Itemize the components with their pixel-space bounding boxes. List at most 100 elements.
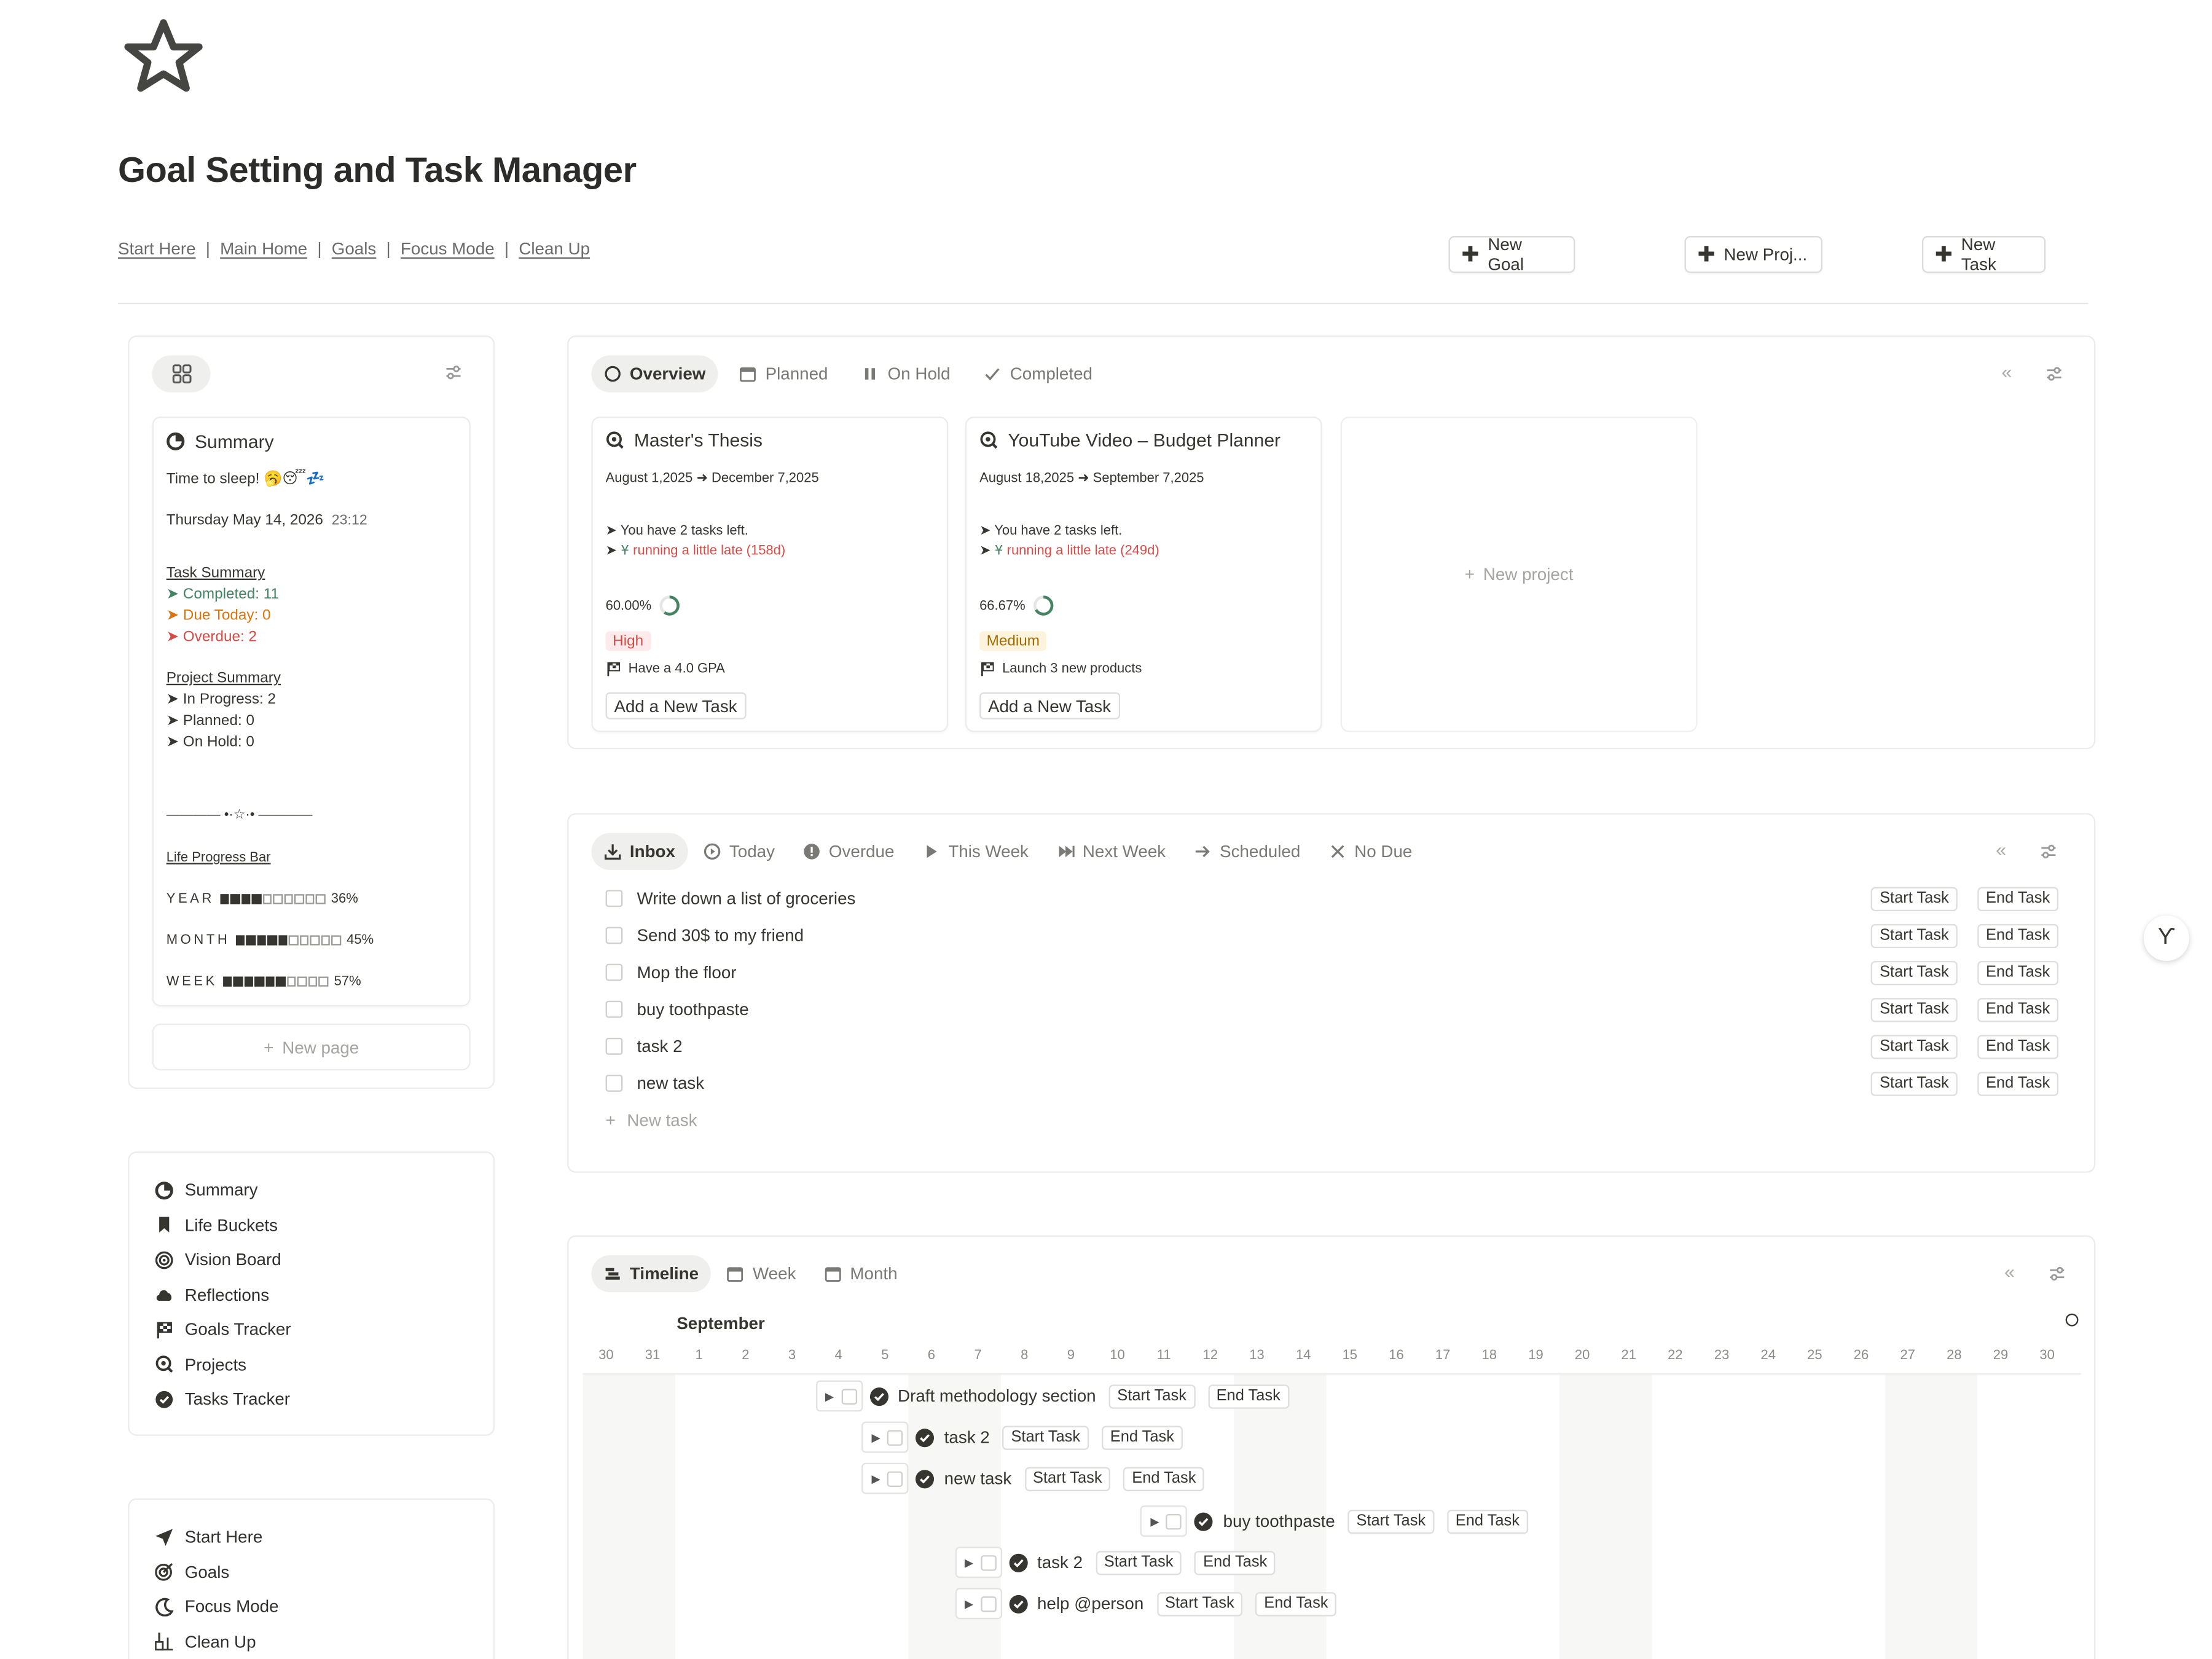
floating-assistant-button[interactable]: ϒ (2143, 915, 2189, 961)
settings-sliders-icon[interactable] (2045, 366, 2063, 383)
tab-today[interactable]: Today (691, 833, 787, 870)
add-task-button[interactable]: Add a New Task (605, 692, 746, 720)
end-task-button[interactable]: End Task (1194, 1550, 1276, 1575)
summary-card[interactable]: Summary Time to sleep! 🥱😴💤 Thursday May … (152, 416, 471, 1007)
tab-overview[interactable]: Overview (591, 355, 719, 393)
end-task-button[interactable]: End Task (1101, 1425, 1183, 1449)
timeline-row[interactable]: ▶ buy toothpaste Start Task End Task (1140, 1505, 1528, 1537)
sidebar-item-clean-up[interactable]: Clean Up (155, 1624, 493, 1659)
expand-triangle-icon[interactable]: ▶ (965, 1556, 973, 1569)
start-task-button[interactable]: Start Task (1871, 997, 1958, 1022)
tab-inbox[interactable]: Inbox (591, 833, 688, 870)
task-name[interactable]: Send 30$ to my friend (637, 925, 1871, 945)
task-row[interactable]: Write down a list of groceries Start Tas… (605, 880, 2059, 917)
task-checkbox[interactable] (605, 963, 623, 981)
tab-next-week[interactable]: Next Week (1044, 833, 1179, 870)
new-project-button[interactable]: ✚ New Proj... (1684, 236, 1823, 273)
expand-triangle-icon[interactable]: ▶ (871, 1431, 880, 1444)
new-page-button[interactable]: + New page (152, 1023, 471, 1071)
star-icon[interactable] (122, 17, 205, 97)
end-task-button[interactable]: End Task (1977, 960, 2059, 985)
today-marker-icon[interactable] (2065, 1313, 2079, 1327)
gallery-view-toggle[interactable] (152, 355, 211, 393)
expand-triangle-icon[interactable]: ▶ (825, 1390, 834, 1403)
timeline-row[interactable]: ▶ Draft methodology section Start Task End … (815, 1380, 1289, 1412)
start-task-button[interactable]: Start Task (1108, 1384, 1195, 1408)
expand-triangle-icon[interactable]: ▶ (1150, 1515, 1159, 1528)
task-checkbox[interactable] (1166, 1513, 1182, 1529)
task-name[interactable]: task 2 (637, 1037, 1871, 1056)
task-row[interactable]: new task Start Task End Task (605, 1065, 2059, 1102)
timeline-row[interactable]: ▶ new task Start Task End Task (861, 1462, 1205, 1494)
timeline-item-handle[interactable]: ▶ (815, 1380, 863, 1412)
timeline-item-name[interactable]: Draft methodology section (898, 1386, 1096, 1406)
end-task-button[interactable]: End Task (1977, 1034, 2059, 1059)
link-main-home[interactable]: Main Home (220, 239, 307, 259)
sidebar-item-tasks-tracker[interactable]: Tasks Tracker (155, 1382, 493, 1417)
settings-sliders-icon[interactable] (445, 364, 462, 381)
link-clean-up[interactable]: Clean Up (519, 239, 590, 259)
end-task-button[interactable]: End Task (1446, 1508, 1528, 1534)
task-name[interactable]: Mop the floor (637, 962, 1871, 982)
expand-triangle-icon[interactable]: ▶ (871, 1472, 880, 1485)
new-project-card[interactable]: + New project (1340, 416, 1698, 732)
sidebar-item-focus-mode[interactable]: Focus Mode (155, 1590, 493, 1625)
start-task-button[interactable]: Start Task (1024, 1466, 1111, 1491)
collapse-icon[interactable]: « (1996, 839, 2006, 860)
tab-month[interactable]: Month (812, 1255, 910, 1292)
end-task-button[interactable]: End Task (1207, 1384, 1289, 1408)
start-task-button[interactable]: Start Task (1095, 1550, 1182, 1575)
task-checkbox[interactable] (605, 1000, 623, 1018)
start-task-button[interactable]: Start Task (1871, 886, 1958, 911)
timeline-item-handle[interactable]: ▶ (1140, 1505, 1188, 1537)
new-task-button[interactable]: ✚ New Task (1921, 235, 2046, 275)
new-goal-button[interactable]: ✚ New Goal (1448, 235, 1575, 275)
task-row[interactable]: buy toothpaste Start Task End Task (605, 991, 2059, 1028)
start-task-button[interactable]: Start Task (1871, 923, 1958, 948)
link-focus-mode[interactable]: Focus Mode (401, 239, 495, 259)
sidebar-item-reflections[interactable]: Reflections (155, 1277, 493, 1312)
sidebar-item-goals-tracker[interactable]: Goals Tracker (155, 1312, 493, 1347)
tab-timeline[interactable]: Timeline (591, 1255, 712, 1293)
tab-week[interactable]: Week (715, 1255, 809, 1292)
timeline-item-name[interactable]: help @person (1037, 1594, 1143, 1614)
task-checkbox[interactable] (887, 1470, 903, 1486)
timeline-item-handle[interactable]: ▶ (954, 1547, 1002, 1579)
task-checkbox[interactable] (605, 1037, 623, 1055)
start-task-button[interactable]: Start Task (1871, 960, 1958, 985)
collapse-icon[interactable]: « (2002, 361, 2012, 383)
timeline-item-handle[interactable]: ▶ (861, 1421, 909, 1453)
tab-overdue[interactable]: Overdue (790, 833, 907, 870)
tab-scheduled[interactable]: Scheduled (1182, 833, 1314, 870)
settings-sliders-icon[interactable] (2049, 1265, 2066, 1282)
task-checkbox[interactable] (841, 1388, 857, 1404)
timeline-row[interactable]: ▶ help @person Start Task End Task (954, 1588, 1337, 1620)
tab-this-week[interactable]: This Week (910, 833, 1041, 870)
collapse-icon[interactable]: « (2004, 1261, 2015, 1282)
task-checkbox[interactable] (980, 1596, 997, 1612)
tab-completed[interactable]: Completed (971, 355, 1105, 392)
start-task-button[interactable]: Start Task (1347, 1508, 1435, 1534)
start-task-button[interactable]: Start Task (1156, 1591, 1243, 1616)
tab-on-hold[interactable]: On Hold (849, 355, 963, 392)
task-row[interactable]: Mop the floor Start Task End Task (605, 954, 2059, 990)
tab-no-due[interactable]: No Due (1316, 833, 1425, 870)
end-task-button[interactable]: End Task (1977, 923, 2059, 948)
sidebar-item-summary[interactable]: Summary (155, 1173, 493, 1208)
sidebar-item-start-here[interactable]: Start Here (155, 1520, 493, 1555)
timeline-row[interactable]: ▶ task 2 Start Task End Task (954, 1547, 1276, 1579)
task-checkbox[interactable] (605, 890, 623, 908)
tab-planned[interactable]: Planned (727, 355, 841, 392)
task-name[interactable]: new task (637, 1073, 1871, 1093)
new-task-row[interactable]: + New task (606, 1102, 2058, 1139)
sidebar-item-life-buckets[interactable]: Life Buckets (155, 1207, 493, 1242)
project-card[interactable]: Master's Thesis August 1,2025 ➜ December… (591, 416, 949, 732)
end-task-button[interactable]: End Task (1255, 1591, 1337, 1616)
start-task-button[interactable]: Start Task (1871, 1071, 1958, 1096)
timeline-item-name[interactable]: task 2 (1037, 1552, 1083, 1572)
start-task-button[interactable]: Start Task (1871, 1034, 1958, 1059)
end-task-button[interactable]: End Task (1123, 1466, 1205, 1491)
sidebar-item-vision-board[interactable]: Vision Board (155, 1242, 493, 1277)
start-task-button[interactable]: Start Task (1002, 1425, 1089, 1449)
end-task-button[interactable]: End Task (1977, 997, 2059, 1022)
